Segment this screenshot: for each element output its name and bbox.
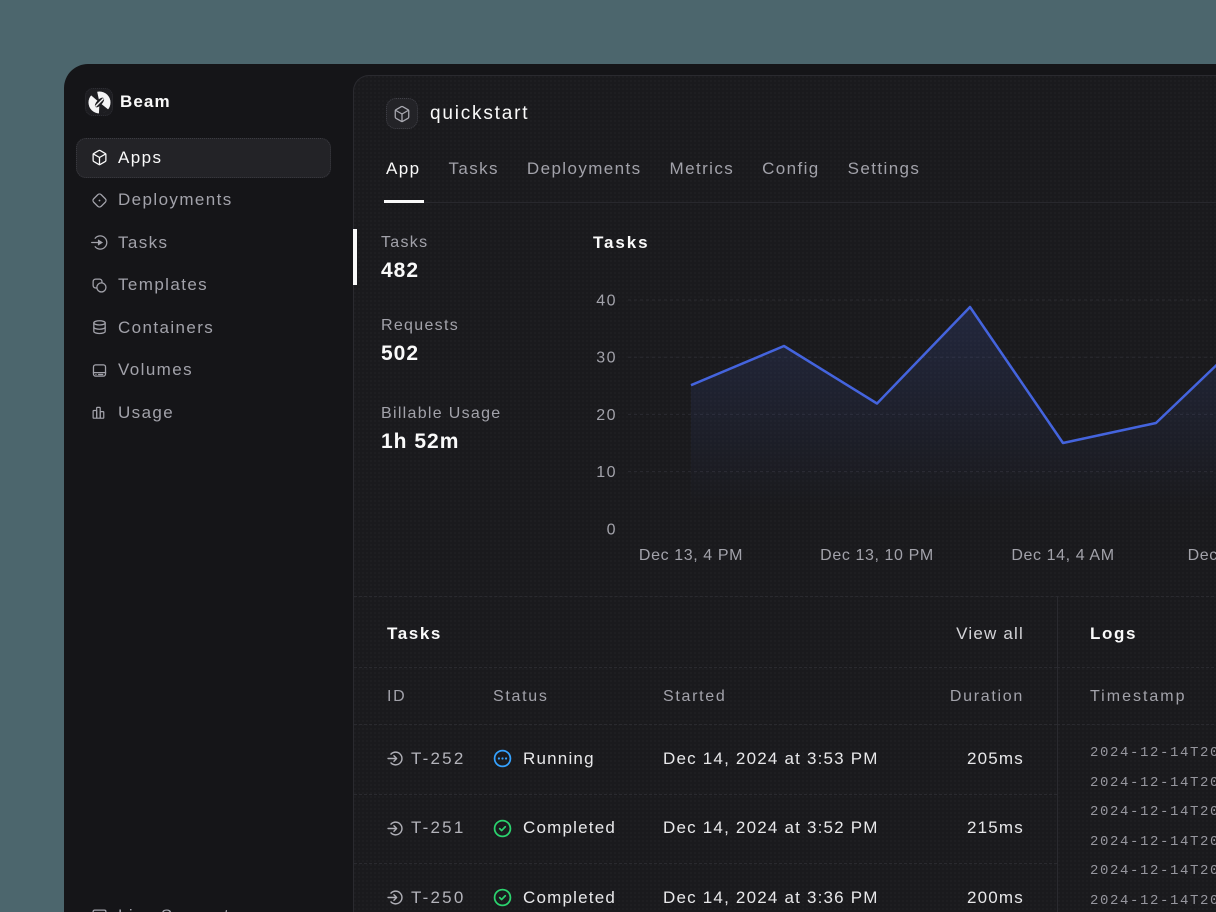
svg-text:40: 40	[596, 293, 617, 310]
svg-text:Dec 13, 4 PM: Dec 13, 4 PM	[639, 547, 743, 564]
svg-text:Dec 14, 4 AM: Dec 14, 4 AM	[1011, 547, 1114, 564]
svg-text:0: 0	[607, 521, 617, 538]
svg-text:30: 30	[596, 350, 617, 367]
svg-text:Dec 14, 10 AM: Dec 14, 10 AM	[1188, 547, 1216, 564]
svg-text:Dec 13, 10 PM: Dec 13, 10 PM	[820, 547, 934, 564]
svg-text:20: 20	[596, 407, 617, 424]
svg-text:10: 10	[596, 464, 617, 481]
